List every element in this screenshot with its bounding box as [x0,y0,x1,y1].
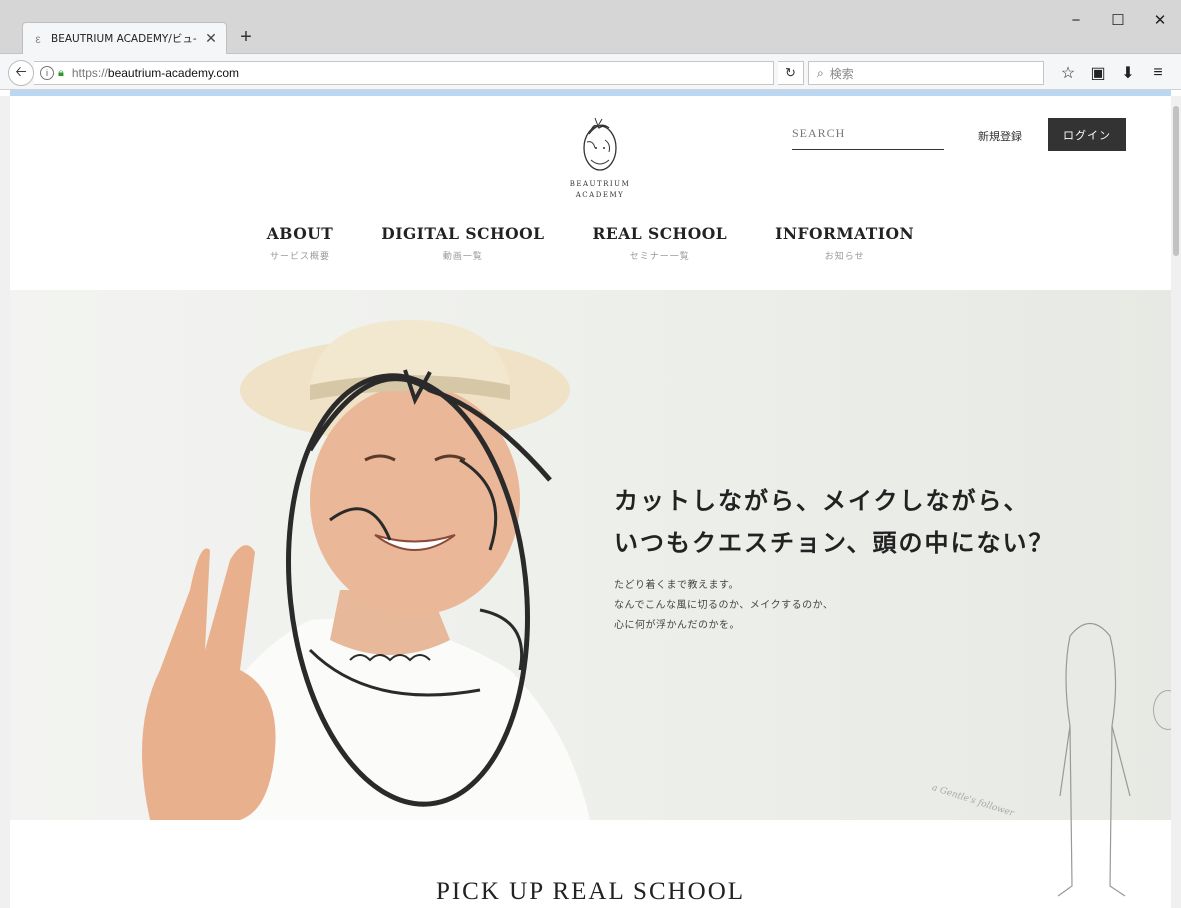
nav-item-information[interactable]: INFORMATION お知らせ [751,224,938,262]
site-search-input[interactable] [792,126,947,141]
nav-subtitle: お知らせ [824,252,865,262]
reading-list-icon[interactable]: ▣ [1088,63,1108,83]
hero-body-line2: なんでこんな風に切るのか、メイクするのか、 [614,600,834,611]
browser-search-placeholder: 検索 [829,66,854,81]
login-button[interactable]: ログイン [1048,118,1126,151]
scrollbar-thumb[interactable] [1173,106,1179,256]
nav-title: REAL SCHOOL [592,224,728,243]
close-window-button[interactable]: ✕ [1139,0,1181,40]
download-icon[interactable]: ⬇ [1118,63,1138,83]
hero-heading-line1: カットしながら、メイクしながら、 [614,487,1030,515]
hero-banner: カットしながら、メイクしながら、 いつもクエスチョン、頭の中にない？ たどり着く… [10,290,1171,820]
hero-body-text: たどり着くまで教えます。 なんでこんな風に切るのか、メイクするのか、 心に何が浮… [614,576,833,636]
nav-item-digital-school[interactable]: DIGITAL SCHOOL 動画一覧 [357,224,568,262]
lock-icon[interactable]: 🔒︎ [58,67,64,80]
reload-icon[interactable]: ↻ [778,61,804,85]
site-logo[interactable]: BEAUTRIUM ACADEMY [555,114,645,206]
nav-title: DIGITAL SCHOOL [381,224,545,243]
nav-title: INFORMATION [775,224,915,243]
site-favicon-icon: ε [35,31,41,46]
menu-icon[interactable]: ≡ [1148,63,1168,83]
web-page: BEAUTRIUM ACADEMY 新規登録 ログイン ABOUT サービス概要… [10,96,1171,908]
url-host: beautrium-academy.com [107,66,240,80]
window-left-edge [0,96,10,908]
tab-close-icon[interactable]: ✕ [204,30,218,47]
nav-item-real-school[interactable]: REAL SCHOOL セミナー一覧 [569,224,752,262]
register-link[interactable]: 新規登録 [978,128,1022,144]
window-controls: − ☐ ✕ [1055,0,1181,40]
url-protocol: https:// [71,66,108,80]
browser-search-input[interactable]: ⌕ 検索 [808,61,1044,85]
carousel-next-handle[interactable] [1153,690,1171,730]
logo-text-line1: BEAUTRIUM [569,180,631,188]
hero-heading-line2: いつもクエスチョン、頭の中にない？ [614,529,1055,557]
nav-subtitle: 動画一覧 [442,252,483,262]
logo-text-line2: ACADEMY [575,191,625,199]
site-search-box [792,118,947,150]
hero-body-line1: たどり着くまで教えます。 [614,580,739,591]
tab-title: BEAUTRIUM ACADEMY/ビュ- [51,33,197,45]
browser-tab[interactable]: ε BEAUTRIUM ACADEMY/ビュ- ✕ [22,22,227,54]
hero-body-line3: 心に何が浮かんだのかを。 [614,620,740,631]
hero-photo-illustration [142,320,590,820]
browser-toolbar: 🡠 i 🔒︎ https:// beautrium-academy.com ↻ … [0,54,1181,90]
bookmark-star-icon[interactable]: ☆ [1058,63,1078,83]
pickup-section-title: PICK UP REAL SCHOOL [435,878,746,905]
page-scrollbar[interactable] [1171,96,1181,908]
browser-tab-strip: ε BEAUTRIUM ACADEMY/ビュ- ✕ + − ☐ ✕ [0,0,1181,54]
nav-title: ABOUT [266,224,334,243]
nav-item-about[interactable]: ABOUT サービス概要 [243,224,357,262]
back-arrow-icon[interactable]: 🡠 [8,60,34,86]
nav-subtitle: サービス概要 [270,252,331,262]
maximize-button[interactable]: ☐ [1097,0,1139,40]
address-bar[interactable]: i 🔒︎ https:// beautrium-academy.com [34,61,774,85]
main-nav: ABOUT サービス概要 DIGITAL SCHOOL 動画一覧 REAL SC… [10,224,1171,262]
search-icon: ⌕ [817,65,824,80]
hero-heading: カットしながら、メイクしながら、 いつもクエスチョン、頭の中にない？ [614,480,1055,564]
info-icon[interactable]: i [40,66,54,80]
minimize-button[interactable]: − [1055,0,1097,40]
sketch-figure-illustration [1057,622,1131,897]
new-tab-button[interactable]: + [236,26,256,49]
logo-bird-icon [583,117,617,171]
nav-subtitle: セミナー一覧 [629,252,690,262]
